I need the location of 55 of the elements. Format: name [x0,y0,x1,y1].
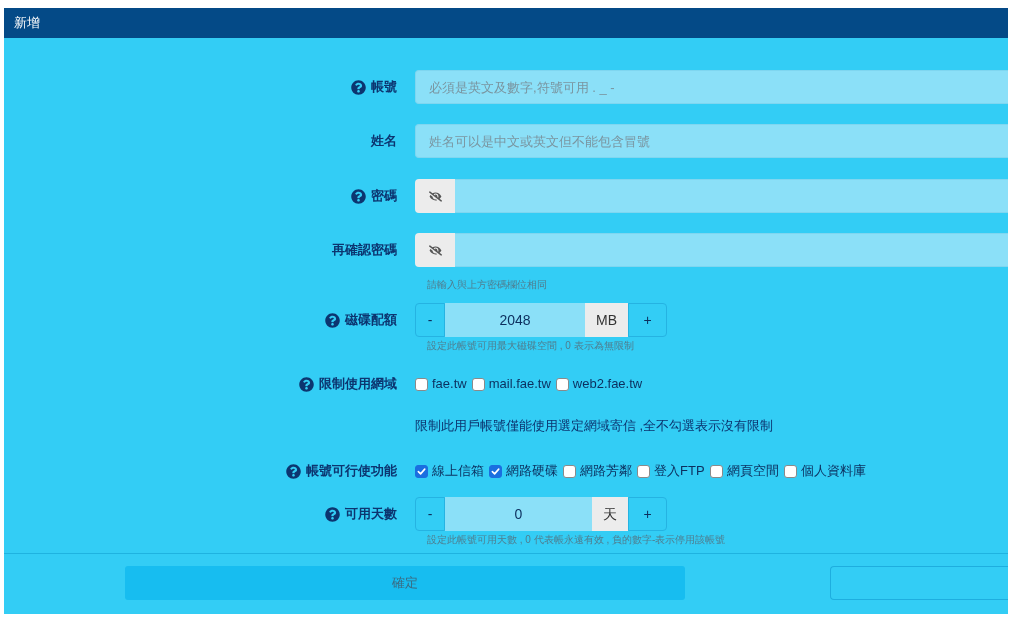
checkbox-label: mail.fae.tw [488,376,551,392]
increment-button[interactable]: + [628,497,667,531]
checkbox[interactable] [563,464,576,478]
eye-slash-icon [428,243,442,257]
checkbox[interactable] [709,464,723,478]
field-label: 限制使用網域 [319,376,397,392]
help-icon[interactable] [286,463,301,479]
help-icon[interactable] [351,188,366,204]
checkmark-icon [417,466,426,476]
checkmark-icon [491,466,500,476]
checkbox[interactable] [783,464,797,478]
checkbox[interactable] [555,377,569,391]
checkbox-label: 網頁空間 [726,463,779,479]
show-password-button[interactable] [415,233,455,267]
checkbox[interactable] [415,377,428,391]
dialog-title: 新增 [14,14,40,33]
field-label: 再確認密碼 [332,242,397,258]
decrement-button[interactable]: - [415,303,445,337]
field-label: 帳號 [371,79,397,95]
unit-label: MB [585,303,628,337]
help-icon[interactable] [325,506,340,522]
help-icon[interactable] [299,376,314,392]
password-field[interactable] [455,179,1008,213]
checkbox-label: 網路芳鄰 [580,463,632,479]
checkbox[interactable] [489,464,502,478]
text-field[interactable]: 姓名可以是中文或英文但不能包含冒號 [415,124,1008,158]
checkbox-label: fae.tw [432,376,467,392]
number-field[interactable]: 2048 [445,303,585,337]
checkbox[interactable] [415,464,428,478]
help-icon[interactable] [351,79,366,95]
checkbox-label: 網路硬碟 [506,463,558,479]
field-label: 姓名 [371,133,397,149]
eye-slash-icon [428,189,442,203]
checkbox-label: web2.fae.tw [572,376,643,392]
unit-label: 天 [592,497,628,531]
note-text: 限制此用戶帳號僅能使用選定網域寄信 ,全不勾選表示沒有限制 [415,418,774,434]
field-label: 帳號可行使功能 [306,463,397,479]
decrement-button[interactable]: - [415,497,445,531]
hint-text: 請輸入與上方密碼欄位相同 [427,278,547,291]
checkbox-label: 個人資料庫 [800,463,866,479]
checkbox[interactable] [637,464,650,478]
increment-button[interactable]: + [628,303,667,337]
hint-text: 設定此帳號可用天數 , 0 代表帳永遠有效 , 負的數字-表示停用該帳號 [427,533,726,546]
checkbox[interactable] [471,377,485,391]
password-field[interactable] [455,233,1008,267]
show-password-button[interactable] [415,179,455,213]
field-label: 密碼 [371,188,397,204]
field-label: 可用天數 [345,506,397,522]
checkbox-label: 線上信箱 [432,463,484,479]
checkbox-label: 登入FTP [654,463,705,479]
help-icon[interactable] [325,312,340,328]
text-field[interactable]: 必須是英文及數字,符號可用 . _ - [415,70,1008,104]
field-label: 磁碟配額 [345,312,397,328]
number-field[interactable]: 0 [445,497,592,531]
hint-text: 設定此帳號可用最大磁碟空間 , 0 表示為無限制 [427,339,634,352]
